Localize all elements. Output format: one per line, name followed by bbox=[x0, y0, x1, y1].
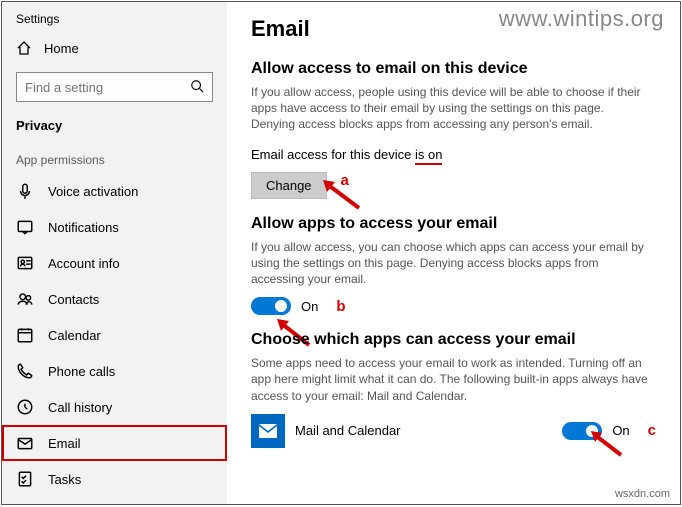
search-input[interactable] bbox=[16, 72, 213, 102]
section3-heading: Choose which apps can access your email bbox=[251, 331, 656, 349]
section-apps-access: Allow apps to access your email If you a… bbox=[251, 215, 656, 316]
sidebar-item-email[interactable]: Email bbox=[2, 425, 227, 461]
section-choose-apps: Choose which apps can access your email … bbox=[251, 331, 656, 448]
sidebar-item-label: Account info bbox=[48, 256, 120, 271]
notification-icon bbox=[16, 218, 34, 236]
sidebar-item-account-info[interactable]: Account info bbox=[2, 245, 227, 281]
sidebar-item-label: Contacts bbox=[48, 292, 99, 307]
email-icon bbox=[16, 434, 34, 452]
sidebar-item-notifications[interactable]: Notifications bbox=[2, 209, 227, 245]
mail-app-toggle[interactable] bbox=[562, 422, 602, 440]
home-icon bbox=[16, 40, 32, 56]
sidebar-item-voice-activation[interactable]: Voice activation bbox=[2, 173, 227, 209]
search-field[interactable] bbox=[25, 80, 175, 95]
contacts-icon bbox=[16, 290, 34, 308]
sidebar-item-label: Tasks bbox=[48, 472, 81, 487]
sidebar-item-call-history[interactable]: Call history bbox=[2, 389, 227, 425]
annotation-a: a bbox=[341, 172, 349, 189]
home-label: Home bbox=[44, 41, 79, 56]
section-privacy: Privacy bbox=[2, 114, 227, 143]
sidebar-item-label: Voice activation bbox=[48, 184, 138, 199]
sidebar-item-label: Calendar bbox=[48, 328, 101, 343]
section2-desc: If you allow access, you can choose whic… bbox=[251, 239, 651, 288]
history-icon bbox=[16, 398, 34, 416]
window-title: Settings bbox=[2, 10, 227, 34]
change-button[interactable]: Change bbox=[251, 172, 327, 199]
sidebar: Settings Home Privacy App permissions Vo… bbox=[2, 2, 227, 504]
sidebar-item-tasks[interactable]: Tasks bbox=[2, 461, 227, 497]
group-app-permissions: App permissions bbox=[2, 143, 227, 173]
section2-heading: Allow apps to access your email bbox=[251, 215, 656, 233]
watermark-footer: wsxdn.com bbox=[615, 488, 670, 500]
tasks-icon bbox=[16, 470, 34, 488]
sidebar-item-label: Phone calls bbox=[48, 364, 115, 379]
calendar-icon bbox=[16, 326, 34, 344]
app-name: Mail and Calendar bbox=[295, 423, 401, 438]
sidebar-item-calendar[interactable]: Calendar bbox=[2, 317, 227, 353]
section3-desc: Some apps need to access your email to w… bbox=[251, 355, 651, 404]
sidebar-item-label: Notifications bbox=[48, 220, 119, 235]
microphone-icon bbox=[16, 182, 34, 200]
annotation-b: b bbox=[336, 298, 345, 315]
apps-access-toggle[interactable] bbox=[251, 297, 291, 315]
status-prefix: Email access for this device bbox=[251, 147, 415, 162]
section1-heading: Allow access to email on this device bbox=[251, 60, 656, 78]
status-value: is on bbox=[415, 147, 442, 165]
toggle-label: On bbox=[301, 299, 318, 314]
mail-app-icon bbox=[251, 414, 285, 448]
watermark: www.wintips.org bbox=[499, 6, 664, 32]
device-access-status: Email access for this device is on bbox=[251, 147, 656, 162]
content-pane: www.wintips.org Email Allow access to em… bbox=[227, 2, 680, 504]
section1-desc: If you allow access, people using this d… bbox=[251, 84, 651, 133]
toggle-label: On bbox=[612, 423, 629, 438]
section-device-access: Allow access to email on this device If … bbox=[251, 60, 656, 199]
phone-icon bbox=[16, 362, 34, 380]
annotation-c: c bbox=[648, 422, 656, 439]
app-row-mail-calendar: Mail and Calendar On c bbox=[251, 414, 656, 448]
sidebar-item-contacts[interactable]: Contacts bbox=[2, 281, 227, 317]
home-nav[interactable]: Home bbox=[2, 34, 227, 62]
sidebar-item-label: Email bbox=[48, 436, 81, 451]
account-icon bbox=[16, 254, 34, 272]
sidebar-item-label: Call history bbox=[48, 400, 112, 415]
sidebar-item-phone-calls[interactable]: Phone calls bbox=[2, 353, 227, 389]
search-icon bbox=[190, 79, 204, 96]
